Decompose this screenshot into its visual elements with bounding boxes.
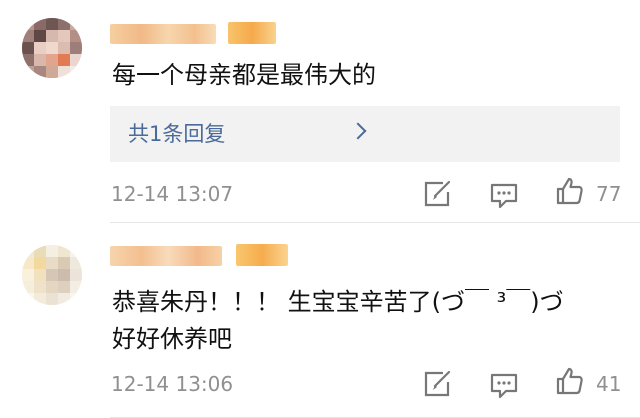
share-icon[interactable] [421,368,453,400]
user-badge [236,244,288,266]
avatar[interactable] [22,245,82,305]
comment-text-line-2: 好好休养吧 [112,325,232,353]
comment-item: 恭喜朱丹！！！ 生宝宝辛苦了(づ￣ ³￣)づ 好好休养吧 12-14 13:06… [0,0,640,418]
comment-timestamp: 12-14 13:06 [111,372,234,396]
username[interactable] [110,246,222,266]
like-count: 41 [596,372,622,396]
comment-icon[interactable] [488,369,520,401]
like-icon[interactable] [554,365,586,397]
comment-text: 恭喜朱丹！！！ 生宝宝辛苦了(づ￣ ³￣)づ [112,288,564,316]
